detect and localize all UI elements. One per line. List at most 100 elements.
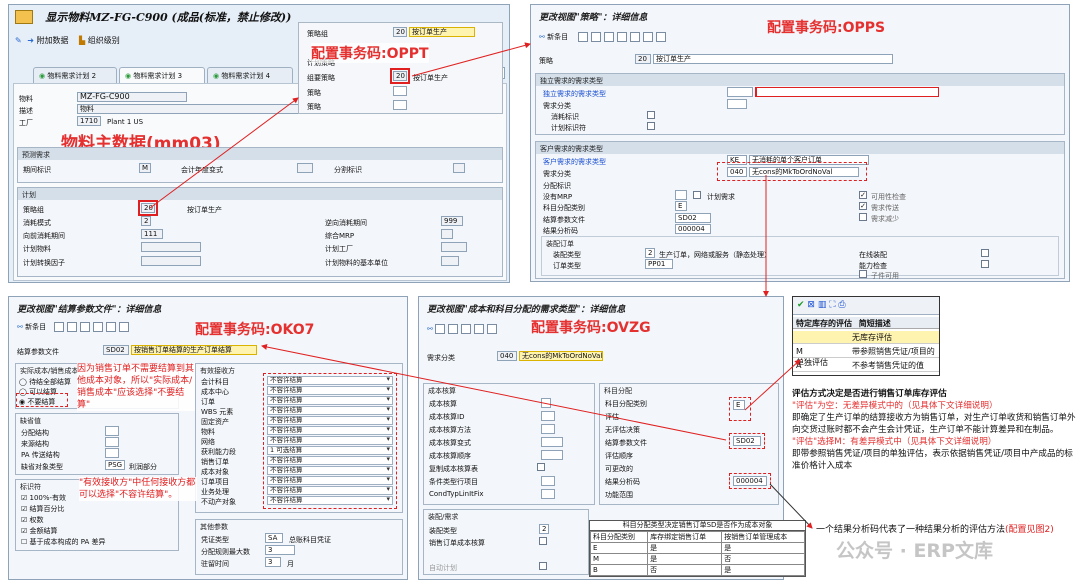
oko7-receiver-select[interactable]: 不容许结算	[267, 426, 393, 435]
glasses-icon[interactable]: ⚯	[427, 325, 433, 333]
new-entries-button[interactable]: 新条目	[547, 33, 568, 41]
ovzg-costing-field[interactable]	[541, 437, 563, 447]
ovzg-costing-field[interactable]	[541, 476, 555, 486]
popup-row[interactable]: M 带参照销售凭证/项目的单独评估	[793, 345, 939, 367]
copy-icon[interactable]	[578, 32, 589, 42]
delete-icon[interactable]	[67, 322, 78, 332]
org-levels-button[interactable]: 组织级别	[88, 36, 120, 45]
new-entries-button[interactable]: 新条目	[25, 323, 46, 331]
opps-transfer-check[interactable]: ✓	[859, 202, 867, 210]
opps-component-check[interactable]	[859, 270, 867, 278]
oppt-row3-field[interactable]	[393, 86, 407, 96]
opps-reduce-check[interactable]	[859, 213, 867, 221]
opps-ra-label: 结果分析码	[543, 227, 578, 235]
opps-nomrp-field[interactable]	[675, 190, 687, 200]
oko7-receiver-select[interactable]: 1 可选结算	[267, 446, 393, 455]
filter-icon[interactable]: ▥	[818, 300, 827, 310]
ovzg-costing-field[interactable]	[541, 398, 551, 408]
additional-data-button[interactable]: 附加数据	[37, 36, 69, 45]
next-icon[interactable]	[643, 32, 654, 42]
oko7-ind4[interactable]: ☑ 金额结算	[21, 526, 58, 536]
delete-icon[interactable]	[591, 32, 602, 42]
popup-row[interactable]: 无库存评估	[793, 331, 939, 344]
oko7-ind1[interactable]: ☑ 100%-有效	[21, 493, 66, 503]
delete-icon[interactable]	[448, 324, 459, 334]
opps-indep-type-field[interactable]	[727, 87, 753, 97]
ovzg-costing-field[interactable]	[541, 411, 555, 421]
popup-row[interactable]: A 不参考销售凭证的值	[793, 359, 939, 372]
oko7-alloc-field[interactable]	[105, 426, 119, 436]
undo-icon[interactable]	[80, 322, 91, 332]
oko7-residence-field[interactable]: 3	[265, 557, 281, 567]
oko7-receiver-select[interactable]: 不容许结算	[267, 476, 393, 485]
glasses-icon[interactable]: ⚯	[17, 323, 23, 331]
ovzg-costing-field[interactable]	[537, 463, 545, 471]
copy-icon[interactable]	[435, 324, 446, 334]
oko7-receiver-select[interactable]: 不容许结算	[267, 406, 393, 415]
mm03-toolbar: ✎ ➜ 附加数据 ▙ 组织级别	[9, 35, 309, 51]
undo-icon[interactable]	[461, 324, 472, 334]
print-icon[interactable]	[487, 324, 498, 334]
oko7-ind2[interactable]: ☑ 结算百分比	[21, 504, 65, 514]
org-icon[interactable]: ▙	[79, 36, 85, 45]
oko7-maxrules-field[interactable]: 3	[265, 545, 295, 555]
tab-mrp2[interactable]: ◉ 物料需求计划 2	[33, 67, 117, 83]
ovzg-socost-check[interactable]	[539, 537, 547, 545]
ovzg-asm-field[interactable]: 2	[539, 524, 549, 534]
ovzg-autoplan-check[interactable]	[539, 562, 547, 570]
arrow-icon[interactable]: ➜	[27, 36, 34, 45]
select-icon[interactable]	[617, 32, 628, 42]
oko7-receiver-select[interactable]: 不容许结算	[267, 436, 393, 445]
oko7-doctype-field[interactable]: SA	[265, 533, 283, 543]
close-icon[interactable]: ⊠	[807, 300, 815, 310]
opps-avail-check[interactable]: ✓	[859, 191, 867, 199]
find-icon[interactable]: ⛶	[829, 300, 835, 310]
ovzg-costing-field[interactable]	[541, 450, 563, 460]
copy-icon[interactable]	[54, 322, 65, 332]
oko7-receiver-select[interactable]: 不容许结算	[267, 466, 393, 475]
printer-icon[interactable]: ⎙	[838, 300, 845, 310]
opps-consume-check[interactable]	[647, 111, 655, 119]
oko7-receiver-select[interactable]: 不容许结算	[267, 396, 393, 405]
oko7-receiver-select[interactable]: 不容许结算	[267, 376, 393, 385]
glasses-icon[interactable]: ⚯	[539, 33, 545, 41]
select-icon[interactable]	[93, 322, 104, 332]
opps-asm-type-field[interactable]: 2	[645, 248, 655, 258]
check-icon[interactable]: ✔	[797, 300, 805, 310]
print-icon[interactable]	[656, 32, 667, 42]
edit-icon[interactable]: ✎	[15, 36, 22, 45]
opps-plan-flag-check[interactable]	[647, 122, 655, 130]
select-icon[interactable]	[474, 324, 485, 334]
prev-icon[interactable]	[106, 322, 117, 332]
oko7-receiver-select[interactable]: 不容许结算	[267, 386, 393, 395]
opps-ordertype-field[interactable]: PP01	[645, 259, 673, 269]
oko7-receiver-select[interactable]: 不容许结算	[267, 496, 393, 505]
oko7-ind3[interactable]: ☑ 权数	[21, 515, 44, 525]
oko7-receiver-select[interactable]: 不容许结算	[267, 456, 393, 465]
tab-mrp4[interactable]: ◉ 物料需求计划 4	[207, 67, 293, 83]
ra-table-cell: 是	[721, 564, 805, 576]
ovzg-costing-field[interactable]	[541, 489, 555, 499]
oko7-ind5[interactable]: ☐ 基于成本构成的 PA 差异	[21, 537, 106, 547]
opps-online-check[interactable]	[981, 249, 989, 257]
oko7-pa-field[interactable]	[105, 448, 119, 458]
opps-planreq-check[interactable]	[693, 191, 701, 199]
tab-mrp3[interactable]: ◉ 物料需求计划 3	[119, 67, 205, 83]
oko7-defobj-field[interactable]: PSG	[105, 460, 125, 470]
print-icon[interactable]	[119, 322, 130, 332]
oppt-row4-field[interactable]	[393, 100, 407, 110]
oko7-receiver-select[interactable]: 不容许结算	[267, 416, 393, 425]
opps-ra-field[interactable]: 000004	[675, 224, 711, 234]
oko7-opt1[interactable]: ◯ 待结全部结算	[19, 377, 71, 387]
opps-capacity-check[interactable]	[981, 260, 989, 268]
oko7-source-field[interactable]	[105, 437, 119, 447]
opps-req-class-field[interactable]	[727, 99, 747, 109]
oko7-receiver-select[interactable]: 不容许结算	[267, 486, 393, 495]
ovzg-acct-label: 无评估决策	[605, 426, 640, 434]
ovzg-costing-field[interactable]	[541, 424, 555, 434]
opps-acct-field[interactable]: E	[675, 201, 687, 211]
opps-settle-field[interactable]: SD02	[675, 213, 711, 223]
bottom-note-link[interactable]: (配置见图2)	[1005, 525, 1054, 535]
prev-icon[interactable]	[630, 32, 641, 42]
undo-icon[interactable]	[604, 32, 615, 42]
